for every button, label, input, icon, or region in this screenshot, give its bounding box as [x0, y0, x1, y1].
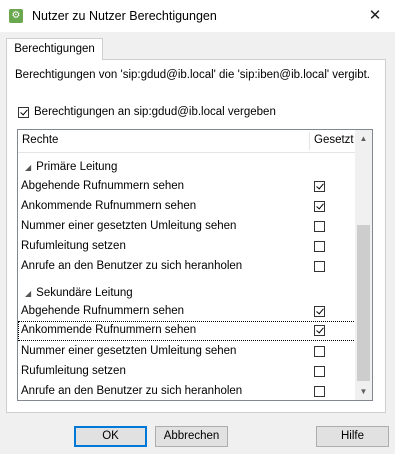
tab-berechtigungen[interactable]: Berechtigungen — [6, 38, 103, 60]
list-item-label: Nummer einer gesetzten Umleitung sehen — [21, 220, 237, 232]
item-checkbox[interactable] — [314, 201, 325, 212]
list-item[interactable]: Abgehende Rufnummern sehen — [18, 302, 356, 322]
list-item-label: Anrufe an den Benutzer zu sich heranhole… — [21, 260, 243, 272]
list-item-label: Rufumleitung setzen — [21, 240, 126, 252]
gear-icon: ⚙ — [9, 9, 23, 23]
list-item[interactable]: Ankommende Rufnummern sehen — [18, 197, 356, 217]
column-header-gesetzt[interactable]: Gesetzt — [314, 134, 354, 146]
group-title: Primäre Leitung — [36, 161, 118, 173]
list-item[interactable]: Ankommende Rufnummern sehen — [18, 321, 356, 341]
close-button[interactable]: ✕ — [355, 0, 395, 32]
item-checkbox[interactable] — [314, 325, 325, 336]
item-checkbox[interactable] — [314, 386, 325, 397]
column-header-rechte[interactable]: Rechte — [22, 134, 58, 146]
vertical-scrollbar[interactable]: ▲ ▼ — [355, 130, 372, 400]
ok-button[interactable]: OK — [74, 426, 147, 447]
grant-permissions-label[interactable]: Berechtigungen an sip:gdud@ib.local verg… — [34, 106, 276, 118]
list-item[interactable]: Rufumleitung setzen — [18, 237, 356, 257]
column-divider[interactable] — [309, 132, 310, 150]
scroll-down-arrow-icon[interactable]: ▼ — [355, 383, 372, 400]
help-button[interactable]: Hilfe — [316, 426, 389, 447]
scrollbar-thumb[interactable] — [357, 225, 370, 381]
list-item[interactable]: Rufumleitung setzen — [18, 362, 356, 382]
window-title: Nutzer zu Nutzer Berechtigungen — [32, 9, 217, 23]
item-checkbox[interactable] — [314, 241, 325, 252]
list-item-label: Abgehende Rufnummern sehen — [21, 305, 185, 317]
list-item-label: Nummer einer gesetzten Umleitung sehen — [21, 345, 237, 357]
collapse-triangle-icon[interactable]: ◢ — [25, 289, 31, 298]
list-item-label: Rufumleitung setzen — [21, 365, 126, 377]
item-checkbox[interactable] — [314, 221, 325, 232]
list-item-label: Ankommende Rufnummern sehen — [21, 200, 197, 212]
list-item[interactable]: Abgehende Rufnummern sehen — [18, 177, 356, 197]
item-checkbox[interactable] — [314, 306, 325, 317]
item-checkbox[interactable] — [314, 261, 325, 272]
item-checkbox[interactable] — [314, 181, 325, 192]
collapse-triangle-icon[interactable]: ◢ — [25, 163, 31, 172]
dialog-window: ⚙ Nutzer zu Nutzer Berechtigungen ✕ Bere… — [0, 0, 395, 454]
list-item[interactable]: Nummer einer gesetzten Umleitung sehen — [18, 342, 356, 362]
list-item[interactable]: Anrufe an den Benutzer zu sich heranhole… — [18, 257, 356, 277]
grant-permissions-checkbox[interactable] — [18, 107, 29, 118]
list-item[interactable]: Nummer einer gesetzten Umleitung sehen — [18, 217, 356, 237]
group-header-secondary[interactable]: ◢ Sekundäre Leitung — [18, 284, 356, 304]
permissions-list[interactable]: Rechte Gesetzt ◢ Primäre Leitung Abgehend… — [17, 129, 373, 401]
list-item[interactable]: Anrufe an den Benutzer zu sich heranhole… — [18, 382, 356, 400]
group-title: Sekundäre Leitung — [36, 287, 133, 299]
title-bar: ⚙ Nutzer zu Nutzer Berechtigungen ✕ — [0, 0, 395, 32]
description-text: Berechtigungen von 'sip:gdud@ib.local' d… — [15, 69, 370, 81]
scroll-up-arrow-icon[interactable]: ▲ — [355, 130, 372, 147]
list-header: Rechte Gesetzt — [18, 130, 356, 153]
group-header-primary[interactable]: ◢ Primäre Leitung — [18, 158, 356, 178]
cancel-button[interactable]: Abbrechen — [155, 426, 228, 447]
item-checkbox[interactable] — [314, 346, 325, 357]
list-item-label: Abgehende Rufnummern sehen — [21, 180, 185, 192]
list-item-label: Ankommende Rufnummern sehen — [21, 324, 197, 336]
item-checkbox[interactable] — [314, 366, 325, 377]
list-item-label: Anrufe an den Benutzer zu sich heranhole… — [21, 385, 243, 397]
